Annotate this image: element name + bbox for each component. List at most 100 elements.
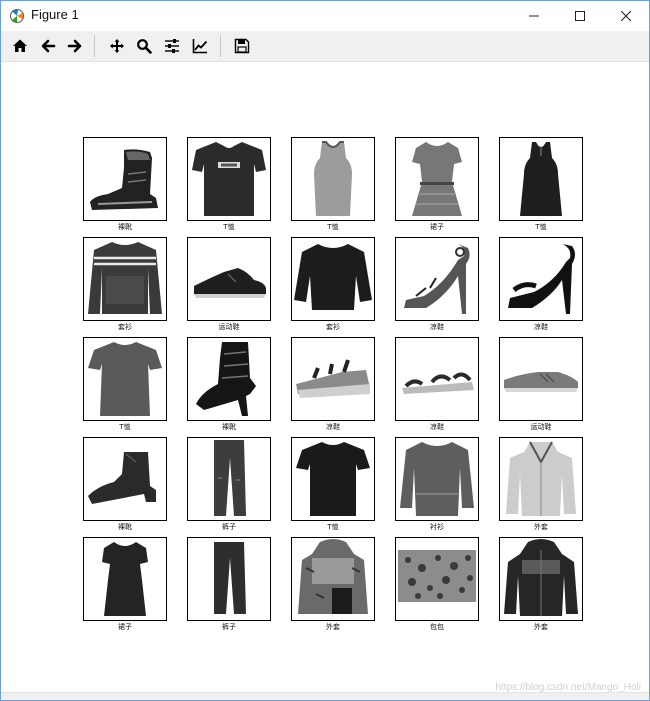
- image-sneaker: [187, 237, 271, 321]
- figure-canvas[interactable]: 裸靴 T恤 T恤 裙子 T恤 套衫 运动鞋 套衫 凉鞋 凉鞋 T恤 裸靴 凉鞋 …: [1, 62, 649, 693]
- image-sandal-heel: [395, 237, 479, 321]
- title-bar[interactable]: Figure 1: [1, 1, 649, 31]
- sneaker-image: [194, 268, 266, 298]
- sandal-wedge-image: [296, 359, 370, 398]
- ankle-boot-image: [90, 149, 158, 210]
- save-button[interactable]: [230, 34, 254, 58]
- image-label: 凉鞋: [430, 323, 444, 331]
- image-label: 裸靴: [118, 523, 132, 531]
- image-label: 裙子: [118, 623, 132, 631]
- close-icon: [621, 11, 631, 21]
- image-label: 凉鞋: [534, 323, 548, 331]
- image-sandal-wedge: [291, 337, 375, 421]
- save-icon: [234, 38, 250, 54]
- image-tshirt: [187, 137, 271, 221]
- image-sandal-flat: [395, 337, 479, 421]
- image-trousers-2: [187, 537, 271, 621]
- image-boot-tall: [187, 337, 271, 421]
- image-label: 衬衫: [430, 523, 444, 531]
- home-button[interactable]: [8, 34, 32, 58]
- matplotlib-logo-icon: [10, 9, 24, 23]
- image-label: T恤: [535, 223, 547, 231]
- image-label: 外套: [534, 623, 548, 631]
- image-label: 裤子: [222, 623, 236, 631]
- trousers-2-image: [214, 542, 246, 614]
- pan-button[interactable]: [105, 34, 129, 58]
- navigation-toolbar: [1, 31, 649, 62]
- figure-window: Figure 1 裸靴 T恤 T恤 裙子 T恤 套衫 运动鞋 套衫 凉鞋 凉鞋 …: [0, 0, 650, 701]
- configure-subplots-button[interactable]: [160, 34, 184, 58]
- image-label: 裙子: [430, 223, 444, 231]
- image-tshirt-dark: [291, 437, 375, 521]
- zoom-button[interactable]: [132, 34, 156, 58]
- image-label: 裸靴: [118, 223, 132, 231]
- image-coat-light: [499, 437, 583, 521]
- image-ankle-boot-2: [83, 437, 167, 521]
- image-label: 裤子: [222, 523, 236, 531]
- window-title: Figure 1: [31, 7, 79, 22]
- minimize-button[interactable]: [511, 1, 557, 31]
- dress-dark-image: [102, 542, 148, 616]
- minimize-icon: [529, 15, 539, 17]
- image-coat-dark: [499, 537, 583, 621]
- image-tanktop: [291, 137, 375, 221]
- image-label: T恤: [119, 423, 131, 431]
- edit-axis-button[interactable]: [188, 34, 212, 58]
- sweater-image: [294, 244, 372, 310]
- image-label: 外套: [326, 623, 340, 631]
- forward-button[interactable]: [63, 34, 87, 58]
- image-label: 套衫: [326, 323, 340, 331]
- trousers-image: [214, 440, 246, 516]
- maximize-icon: [575, 11, 585, 21]
- image-tanktop-dark: [499, 137, 583, 221]
- boot-tall-image: [196, 342, 256, 416]
- image-sweater-striped: [83, 237, 167, 321]
- image-label: 运动鞋: [530, 423, 552, 431]
- image-label: 外套: [534, 523, 548, 531]
- image-dress-dark: [83, 537, 167, 621]
- image-sandal-heel-dark: [499, 237, 583, 321]
- image-jacket-pattern: [291, 537, 375, 621]
- coat-light-image: [506, 441, 576, 516]
- status-bar: [1, 692, 649, 700]
- close-button[interactable]: [603, 1, 649, 31]
- coat-dark-image: [504, 539, 578, 616]
- zoom-icon: [137, 39, 152, 54]
- image-bag: [395, 537, 479, 621]
- tshirt-dark-image: [296, 442, 370, 516]
- jacket-pattern-image: [298, 539, 368, 614]
- toolbar-separator: [220, 35, 221, 57]
- shirt-image: [400, 442, 474, 516]
- sandal-heel-image: [404, 244, 470, 314]
- arrow-left-icon: [41, 39, 56, 53]
- image-label: 运动鞋: [218, 323, 240, 331]
- tshirt-image: [192, 142, 266, 216]
- sandal-flat-image: [402, 372, 474, 394]
- toolbar-separator: [94, 35, 95, 57]
- image-label: 凉鞋: [430, 423, 444, 431]
- image-label: 裸靴: [222, 423, 236, 431]
- image-trousers: [187, 437, 271, 521]
- image-sneaker-low: [499, 337, 583, 421]
- image-dress: [395, 137, 479, 221]
- sliders-icon: [165, 39, 179, 53]
- dress-image: [412, 142, 462, 216]
- line-chart-icon: [192, 39, 208, 54]
- sweater-striped-image: [88, 242, 162, 314]
- tanktop-dark-image: [520, 142, 562, 216]
- image-sweater: [291, 237, 375, 321]
- image-label: T恤: [327, 223, 339, 231]
- arrow-right-icon: [67, 39, 82, 53]
- maximize-button[interactable]: [557, 1, 603, 31]
- back-button[interactable]: [36, 34, 60, 58]
- image-tshirt-gray: [83, 337, 167, 421]
- sneaker-low-image: [504, 372, 578, 392]
- bag-image: [398, 550, 476, 602]
- sandal-heel-dark-image: [508, 244, 575, 314]
- image-label: 包包: [430, 623, 444, 631]
- image-label: T恤: [223, 223, 235, 231]
- image-label: 套衫: [118, 323, 132, 331]
- tshirt-gray-image: [88, 342, 162, 416]
- image-label: T恤: [327, 523, 339, 531]
- image-ankle-boot: [83, 137, 167, 221]
